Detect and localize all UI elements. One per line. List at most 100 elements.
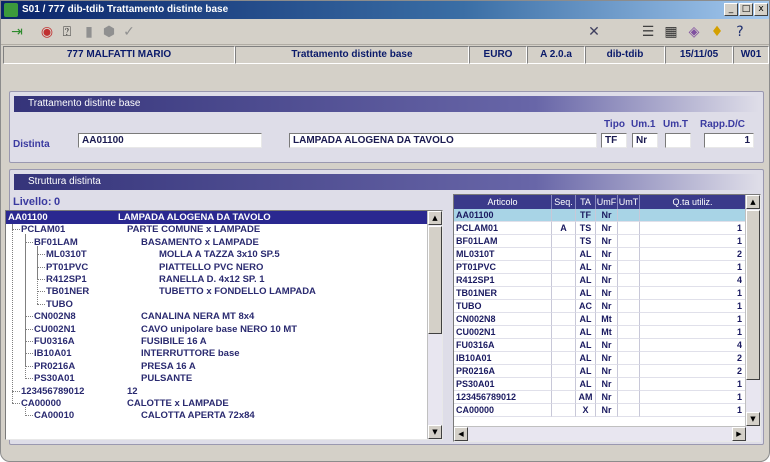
- grid-row[interactable]: TB01NER AL Nr 1: [454, 287, 746, 300]
- tree-item-desc: FUSIBILE 16 A: [141, 336, 207, 347]
- grid-cell: AL: [576, 287, 596, 300]
- scroll-up-icon[interactable]: ▲: [746, 195, 760, 209]
- title-bar[interactable]: S01 / 777 dib-tdib Trattamento distinte …: [1, 1, 769, 19]
- maximize-button[interactable]: □: [739, 3, 753, 16]
- minimize-button[interactable]: _: [724, 3, 738, 16]
- grid-row[interactable]: IB10A01 AL Nr 2: [454, 352, 746, 365]
- scroll-up-icon[interactable]: ▲: [428, 211, 442, 225]
- tree-row[interactable]: 123456789012 12: [6, 385, 428, 398]
- calendar-icon[interactable]: ◈: [684, 23, 704, 41]
- grid-cell: PCLAM01: [454, 222, 552, 235]
- status-version: A 2.0.a: [527, 46, 585, 64]
- tree-item-desc: 12: [127, 385, 138, 397]
- grid-header-cell[interactable]: Articolo: [454, 195, 552, 209]
- grid-row[interactable]: R412SP1 AL Nr 4: [454, 274, 746, 287]
- grid-cell: [552, 313, 576, 326]
- um1-field[interactable]: Nr: [632, 133, 658, 148]
- scroll-down-icon[interactable]: ▼: [746, 412, 760, 426]
- tree-item-code: CN002N8: [34, 311, 76, 323]
- grid-row[interactable]: ML0310T AL Nr 2: [454, 248, 746, 261]
- globe-icon[interactable]: ◉: [37, 23, 57, 41]
- grid-row[interactable]: PS30A01 AL Nr 1: [454, 378, 746, 391]
- header-panel: Trattamento distinte base Distinta AA011…: [9, 91, 764, 163]
- grid-cell: [618, 248, 640, 261]
- grid-header-cell[interactable]: Q.ta utiliz.: [640, 195, 746, 209]
- rapp-field[interactable]: 1: [704, 133, 754, 148]
- grid-cell: Mt: [596, 326, 618, 339]
- grid-header-cell[interactable]: Seq.: [552, 195, 576, 209]
- distinta-code-field[interactable]: AA01100: [78, 133, 262, 148]
- tree-item-desc: PRESA 16 A: [141, 360, 196, 372]
- scroll-down-icon[interactable]: ▼: [428, 425, 442, 439]
- grid-row[interactable]: PCLAM01 A TS Nr 1: [454, 222, 746, 235]
- help-book-icon[interactable]: ⍰: [57, 23, 77, 41]
- tree-row[interactable]: ML0310T MOLLA A TAZZA 3x10 SP.5: [6, 248, 428, 261]
- currency-icon[interactable]: ✕: [584, 23, 604, 41]
- distinta-desc-field[interactable]: LAMPADA ALOGENA DA TAVOLO: [289, 133, 597, 148]
- tree-row[interactable]: TUBO: [6, 298, 428, 311]
- tree-row[interactable]: PR0216A PRESA 16 A: [6, 360, 428, 373]
- scroll-right-icon[interactable]: ▶: [732, 427, 746, 441]
- grid-cell: AM: [576, 391, 596, 404]
- check-icon[interactable]: ✓: [119, 23, 139, 41]
- grid-row[interactable]: BF01LAM TS Nr 1: [454, 235, 746, 248]
- tree-row[interactable]: PT01PVC PIATTELLO PVC NERO: [6, 261, 428, 274]
- status-user: 777 MALFATTI MARIO: [3, 46, 235, 64]
- close-button[interactable]: x: [754, 3, 768, 16]
- tree-scroll-thumb[interactable]: [428, 226, 442, 334]
- grid-cell: TF: [576, 209, 596, 222]
- grid-row[interactable]: PT01PVC AL Nr 1: [454, 261, 746, 274]
- grid-cell: 1: [640, 404, 746, 417]
- tree-row[interactable]: FU0316A FUSIBILE 16 A: [6, 335, 428, 348]
- grid-cell: [618, 261, 640, 274]
- tree-item-code: CU002N1: [34, 323, 76, 335]
- grid-header-cell[interactable]: TA: [576, 195, 596, 209]
- scroll-left-icon[interactable]: ◀: [454, 427, 468, 441]
- structure-tree[interactable]: AA01100 LAMPADA ALOGENA DA TAVOLO PCLAM01 P…: [5, 210, 443, 440]
- grid-cell: ML0310T: [454, 248, 552, 261]
- tipo-field[interactable]: TF: [601, 133, 627, 148]
- grid-row[interactable]: PR0216A AL Nr 2: [454, 365, 746, 378]
- grid-row[interactable]: TUBO AC Nr 1: [454, 300, 746, 313]
- tree-row[interactable]: CA00000 CALOTTE x LAMPADE: [6, 397, 428, 410]
- exit-icon[interactable]: ⇥: [7, 23, 27, 41]
- grid-cell: 1: [640, 313, 746, 326]
- tree-row[interactable]: CA00010 CALOTTA APERTA 72x84: [6, 409, 428, 422]
- tree-row[interactable]: BF01LAM BASAMENTO x LAMPADE: [6, 236, 428, 249]
- grid-header-cell[interactable]: UmF: [596, 195, 618, 209]
- tree-row[interactable]: AA01100 LAMPADA ALOGENA DA TAVOLO: [6, 211, 428, 224]
- tree-row[interactable]: PCLAM01 PARTE COMUNE x LAMPADE: [6, 223, 428, 236]
- grid-cell: PT01PVC: [454, 261, 552, 274]
- tree-vertical-scrollbar[interactable]: ▲ ▼: [427, 211, 442, 439]
- grid-row[interactable]: CN002N8 AL Mt 1: [454, 313, 746, 326]
- tree-row[interactable]: CN002N8 CANALINA NERA MT 8x4: [6, 310, 428, 323]
- tree-row[interactable]: PS30A01 PULSANTE: [6, 372, 428, 385]
- grid-row[interactable]: CA00000 X Nr 1: [454, 404, 746, 417]
- grid-scroll-thumb[interactable]: [746, 210, 760, 380]
- grid-cell: 2: [640, 365, 746, 378]
- grid-row[interactable]: FU0316A AL Nr 4: [454, 339, 746, 352]
- grid-cell: [552, 326, 576, 339]
- umt-field[interactable]: [665, 133, 691, 148]
- bulb-icon[interactable]: ♦: [707, 23, 727, 41]
- grid-vertical-scrollbar[interactable]: ▲ ▼: [745, 195, 760, 441]
- grid-horizontal-scrollbar[interactable]: ◀ ▶: [454, 426, 746, 441]
- grid-row[interactable]: AA01100 TF Nr: [454, 209, 746, 222]
- grid-cell: CU002N1: [454, 326, 552, 339]
- grid-row[interactable]: 123456789012 AM Nr 1: [454, 391, 746, 404]
- grid-cell: AL: [576, 365, 596, 378]
- components-grid[interactable]: Articolo Seq. TA UmF UmT Q.ta utiliz. AA01100…: [453, 194, 761, 442]
- grid-cell: [618, 313, 640, 326]
- calculator-icon[interactable]: ▦: [661, 23, 681, 41]
- tree-row[interactable]: CU002N1 CAVO unipolare base NERO 10 MT: [6, 323, 428, 336]
- tree-row[interactable]: R412SP1 RANELLA D. 4x12 SP. 1: [6, 273, 428, 286]
- grid-header-cell[interactable]: UmT: [618, 195, 640, 209]
- trash-icon[interactable]: ▮: [79, 23, 99, 41]
- list-icon[interactable]: ☰: [638, 23, 658, 41]
- eraser-icon[interactable]: ⬢: [99, 23, 119, 41]
- whats-this-icon[interactable]: ?: [730, 23, 750, 41]
- tree-row[interactable]: TB01NER TUBETTO x FONDELLO LAMPADA: [6, 285, 428, 298]
- grid-cell: [618, 391, 640, 404]
- grid-row[interactable]: CU002N1 AL Mt 1: [454, 326, 746, 339]
- tree-row[interactable]: IB10A01 INTERRUTTORE base: [6, 347, 428, 360]
